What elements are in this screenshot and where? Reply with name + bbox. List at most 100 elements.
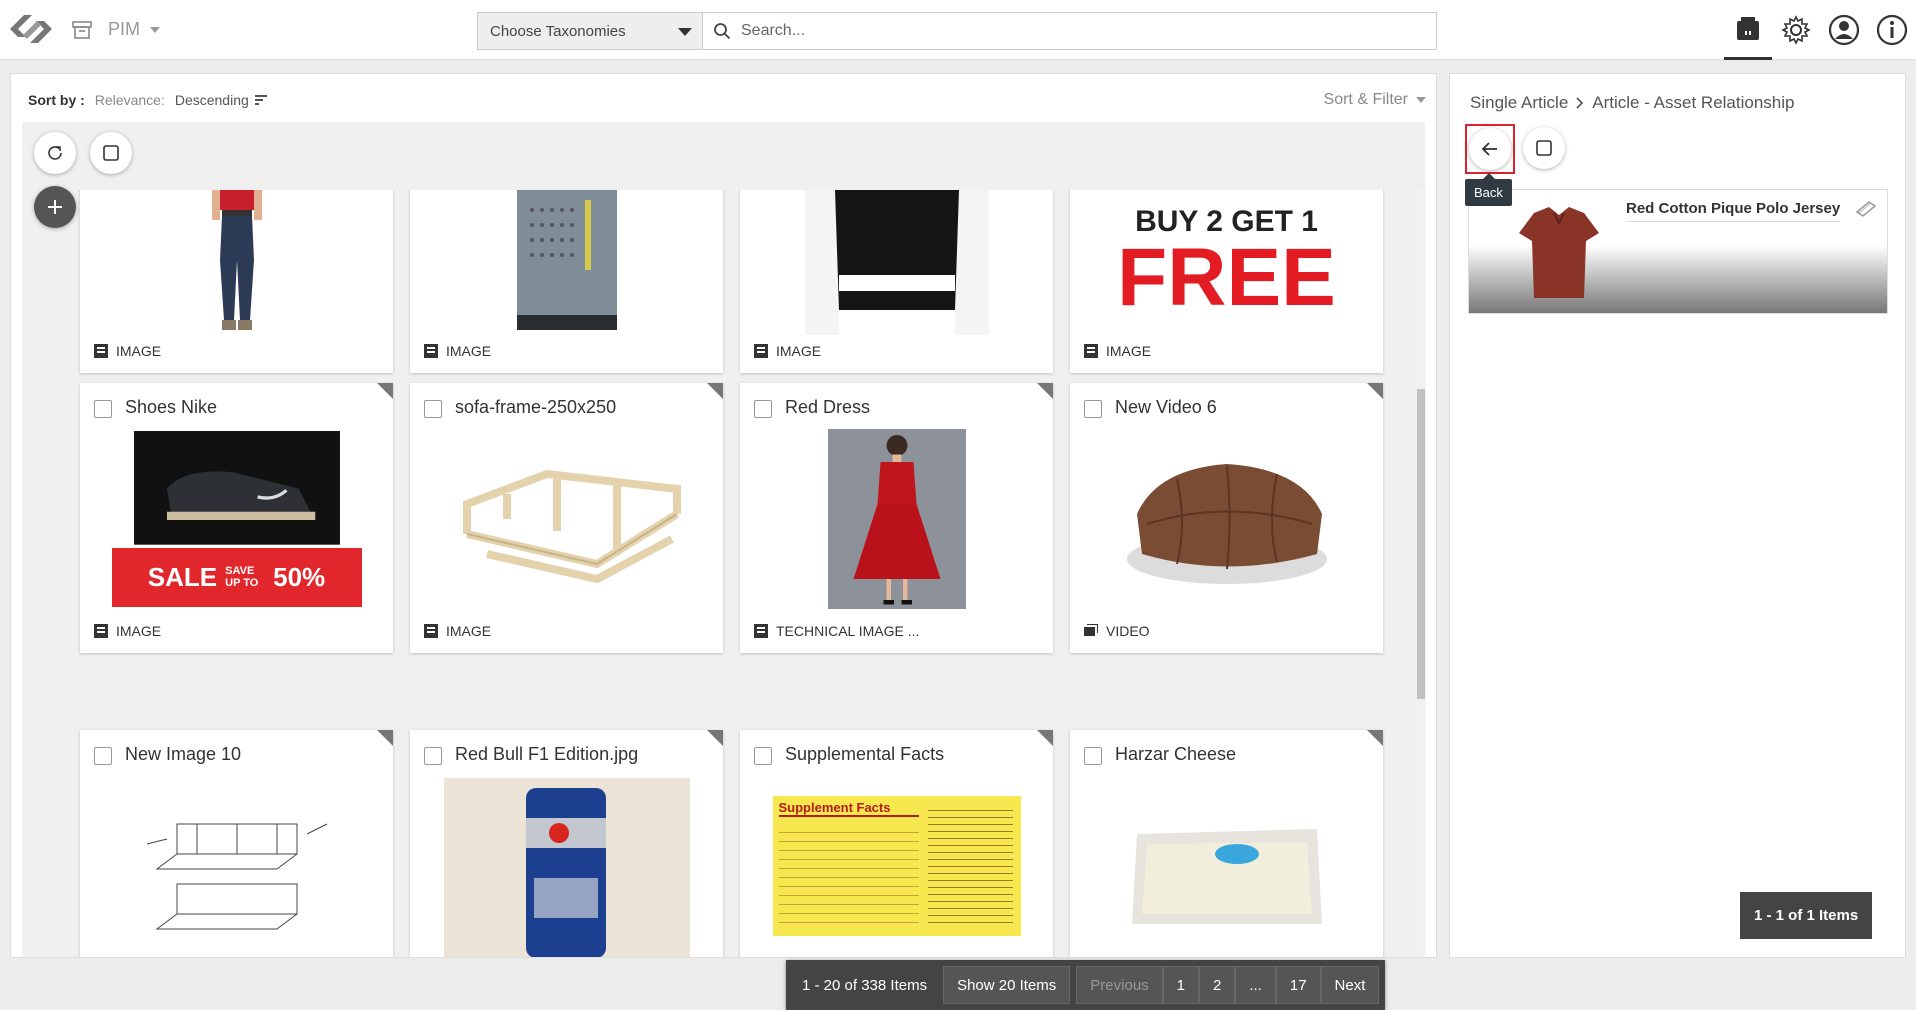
asset-card[interactable]: IMAGE — [740, 190, 1053, 373]
thumb-promo-line-2: FREE — [1117, 231, 1336, 323]
card-checkbox[interactable] — [754, 400, 772, 418]
book-icon — [1855, 200, 1877, 223]
sort-filter-dropdown[interactable]: Sort & Filter — [1324, 91, 1426, 109]
sort-direction[interactable]: Descending — [175, 92, 267, 108]
catalog-icon[interactable] — [1724, 0, 1772, 60]
asset-thumbnail: SALE SAVE UP TO 50% — [80, 431, 393, 607]
page-button-1[interactable]: 1 — [1162, 966, 1199, 1004]
card-checkbox[interactable] — [424, 747, 442, 765]
card-checkbox[interactable] — [424, 400, 442, 418]
card-title: New Image 10 — [125, 744, 242, 764]
asset-type-label: IMAGE — [1106, 343, 1152, 359]
asset-card[interactable]: Red Dress TECHNICAL IMAGE ... — [740, 383, 1053, 653]
image-type-icon — [424, 624, 438, 638]
app-logo-icon[interactable] — [6, 10, 56, 48]
card-title: Harzar Cheese — [1115, 744, 1237, 764]
back-button-highlight — [1465, 124, 1515, 174]
breadcrumb-single-article[interactable]: Single Article — [1470, 93, 1568, 113]
asset-card[interactable]: sofa-frame-250x250 IMAGE — [410, 383, 723, 653]
asset-type-label: IMAGE — [776, 343, 822, 359]
asset-thumbnail — [740, 429, 1053, 609]
thumb-save-text: SAVE UP TO — [225, 565, 259, 590]
search-box — [702, 12, 1437, 50]
asset-grid: IMAGE IMAGE IMAGE BUY 2 GET 1 FREE IMAGE… — [22, 122, 1425, 957]
sort-label: Sort by : — [28, 92, 85, 108]
asset-card[interactable]: Harzar Cheese — [1070, 730, 1383, 957]
page-button-17[interactable]: 17 — [1275, 966, 1321, 1004]
card-title: Shoes Nike — [125, 397, 218, 417]
asset-type: VIDEO — [1084, 623, 1150, 639]
asset-thumbnail — [410, 431, 723, 607]
asset-type: IMAGE — [424, 623, 491, 639]
refresh-button[interactable] — [34, 132, 76, 174]
select-button[interactable] — [1523, 127, 1565, 169]
info-icon[interactable] — [1868, 0, 1916, 60]
top-icons — [1724, 0, 1916, 60]
top-bar: PIM Choose Taxonomies — [0, 0, 1916, 60]
page-size-button[interactable]: Show 20 Items — [943, 966, 1071, 1004]
asset-type-label: IMAGE — [446, 623, 492, 639]
breadcrumb-relationship: Article - Asset Relationship — [1592, 93, 1795, 112]
asset-card[interactable]: Red Bull F1 Edition.jpg — [410, 730, 723, 957]
card-corner-indicator — [1037, 383, 1053, 399]
asset-card[interactable]: IMAGE — [80, 190, 393, 373]
sort-filter-label: Sort & Filter — [1323, 91, 1408, 108]
results-panel: Sort by : Relevance: Descending Sort & F… — [10, 73, 1437, 1010]
asset-type: IMAGE — [94, 343, 161, 359]
chevron-down-icon — [150, 26, 161, 33]
back-button[interactable] — [1469, 128, 1511, 170]
checkbox-icon — [103, 145, 119, 161]
related-items-count: 1 - 1 of 1 Items — [1740, 892, 1873, 939]
asset-thumbnail: Supplement Facts — [740, 796, 1053, 936]
grid-scrollbar[interactable] — [1415, 189, 1426, 955]
select-all-button[interactable] — [90, 132, 132, 174]
card-title: Red Dress — [785, 397, 871, 417]
asset-type: IMAGE — [1084, 343, 1151, 359]
image-type-icon — [94, 624, 108, 638]
search-input[interactable] — [741, 22, 1391, 40]
asset-card[interactable]: BUY 2 GET 1 FREE IMAGE — [1070, 190, 1383, 373]
asset-thumbnail — [740, 190, 1053, 335]
pagination-bar: 1 - 20 of 338 Items Show 20 Items Previo… — [786, 960, 1386, 1010]
sort-bar: Sort by : Relevance: Descending — [28, 92, 267, 108]
asset-type: IMAGE — [94, 623, 161, 639]
card-checkbox[interactable] — [1084, 747, 1102, 765]
card-corner-indicator — [707, 383, 723, 399]
card-title: New Video 6 — [1115, 397, 1217, 417]
related-article-card[interactable]: Red Cotton Pique Polo Jersey — [1468, 189, 1888, 314]
previous-page-button[interactable]: Previous — [1076, 966, 1163, 1004]
asset-thumbnail — [80, 814, 393, 934]
card-checkbox[interactable] — [1084, 400, 1102, 418]
card-corner-indicator — [1367, 730, 1383, 746]
thumb-sale-text: SALE — [147, 561, 218, 592]
chevron-down-icon — [1416, 97, 1426, 103]
archive-icon[interactable] — [72, 20, 92, 40]
card-corner-indicator — [1037, 730, 1053, 746]
asset-card[interactable]: New Video 6 VIDEO — [1070, 383, 1383, 653]
user-icon[interactable] — [1820, 0, 1868, 60]
asset-card[interactable]: Supplemental Facts Supplement Facts — [740, 730, 1053, 957]
card-checkbox[interactable] — [94, 400, 112, 418]
thumb-sale-banner: SALE SAVE UP TO 50% — [111, 547, 362, 607]
asset-thumbnail — [1070, 431, 1383, 607]
asset-thumbnail — [410, 778, 723, 957]
card-corner-indicator — [377, 383, 393, 399]
asset-card[interactable]: Shoes Nike SALE SAVE UP TO 50% IMAGE — [80, 383, 393, 653]
add-button[interactable] — [34, 186, 76, 228]
gear-icon[interactable] — [1772, 0, 1820, 60]
supplement-facts-heading: Supplement Facts — [778, 800, 919, 817]
image-type-icon — [754, 344, 768, 358]
app-switcher[interactable]: PIM — [108, 19, 161, 40]
plus-icon — [48, 200, 62, 214]
asset-card[interactable]: New Image 10 — [80, 730, 393, 957]
card-checkbox[interactable] — [754, 747, 772, 765]
page-button-2[interactable]: 2 — [1199, 966, 1236, 1004]
card-checkbox[interactable] — [94, 747, 112, 765]
back-tooltip: Back — [1465, 173, 1512, 206]
sort-field: Relevance: — [94, 92, 165, 108]
card-title: Red Bull F1 Edition.jpg — [455, 744, 639, 764]
taxonomy-select[interactable]: Choose Taxonomies — [477, 12, 703, 50]
scrollbar-thumb[interactable] — [1417, 389, 1425, 699]
next-page-button[interactable]: Next — [1320, 966, 1380, 1004]
asset-card[interactable]: IMAGE — [410, 190, 723, 373]
